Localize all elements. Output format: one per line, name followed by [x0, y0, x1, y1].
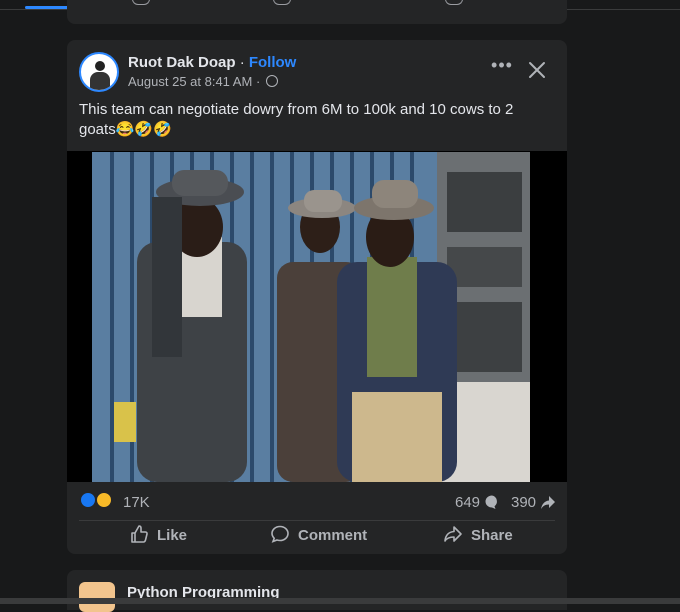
video-still	[92, 152, 530, 482]
action-divider	[79, 520, 555, 521]
close-icon	[529, 62, 545, 78]
bottom-strip	[0, 598, 680, 604]
share-icon[interactable]	[445, 0, 463, 5]
separator-dot: ·	[239, 54, 245, 71]
more-options-button[interactable]: •••	[491, 56, 513, 78]
share-count[interactable]: 390	[511, 494, 556, 511]
post-timestamp[interactable]: August 25 at 8:41 AM	[128, 74, 252, 89]
haha-reaction-icon	[95, 491, 113, 509]
next-post-card: Python Programming	[67, 570, 567, 612]
follow-link[interactable]: Follow	[249, 54, 297, 71]
avatar[interactable]	[79, 52, 119, 92]
page-avatar[interactable]	[79, 582, 115, 612]
like-icon[interactable]	[132, 0, 150, 5]
share-icon	[444, 526, 462, 542]
post-video[interactable]	[67, 151, 567, 482]
video-frame[interactable]	[92, 152, 530, 482]
comment-icon[interactable]	[273, 0, 291, 5]
share-button[interactable]: Share	[443, 524, 513, 550]
comment-icon	[271, 525, 289, 543]
reaction-count[interactable]: 17K	[123, 494, 150, 511]
post-meta: August 25 at 8:41 AM ·	[128, 74, 278, 89]
public-globe-icon	[265, 75, 278, 87]
comment-bubble-icon	[485, 495, 498, 509]
share-arrow-icon	[541, 496, 556, 509]
close-button[interactable]	[525, 58, 549, 82]
meta-separator: ·	[255, 74, 261, 89]
comment-button[interactable]: Comment	[270, 524, 367, 550]
like-button[interactable]: Like	[129, 524, 187, 550]
post-card: Ruot Dak Doap · Follow August 25 at 8:41…	[67, 40, 567, 554]
previous-post-actions	[67, 0, 567, 24]
post-text: This team can negotiate dowry from 6M to…	[79, 101, 514, 138]
thumbs-up-icon	[131, 525, 148, 543]
comment-count[interactable]: 649	[455, 494, 500, 511]
author-name[interactable]: Ruot Dak Doap	[128, 54, 236, 71]
post-header: Ruot Dak Doap · Follow	[128, 54, 296, 71]
